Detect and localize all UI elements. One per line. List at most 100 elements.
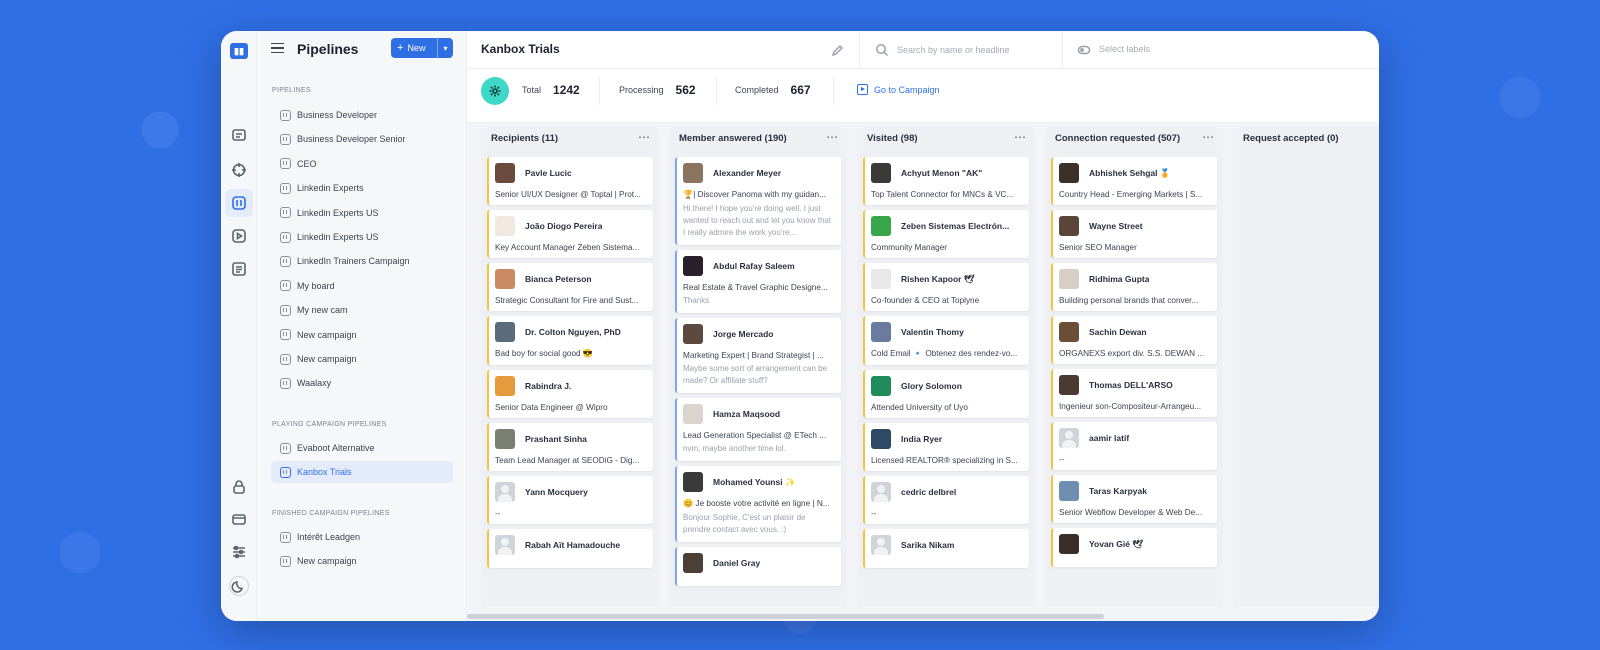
column-more-icon[interactable]: ⋯ — [1202, 130, 1215, 144]
lead-card[interactable]: Yovan Gié 🕊 — [1051, 528, 1217, 567]
pipeline-item[interactable]: Business Developer — [271, 104, 453, 126]
pipeline-label: My new cam — [297, 305, 348, 316]
pipeline-item[interactable]: Linkedin Experts US — [271, 202, 453, 224]
pipeline-icon — [280, 466, 291, 478]
edit-pencil-icon[interactable] — [831, 43, 845, 57]
lead-card[interactable]: Taras Karpyak Senior Webflow Developer & … — [1051, 475, 1217, 523]
dark-mode-icon[interactable] — [229, 576, 249, 596]
lead-card[interactable]: Zeben Sistemas Electrón... Community Mana… — [863, 210, 1029, 258]
go-to-campaign-link[interactable]: Go to Campaign — [857, 84, 940, 95]
settings-sliders-icon[interactable] — [229, 542, 249, 562]
lead-card[interactable]: Dr. Colton Nguyen, PhD Bad boy for social… — [487, 316, 653, 365]
lead-name: aamir latif — [1089, 433, 1130, 443]
lead-name: Rabah Aït Hamadouche — [525, 540, 621, 550]
card-header: Valentin Thomy — [871, 322, 1023, 342]
lead-card[interactable]: India Ryer Licensed REALTOR® specializing… — [863, 423, 1029, 471]
pipeline-item[interactable]: Waalaxy — [271, 372, 453, 394]
pipeline-icon — [280, 109, 291, 121]
column-more-icon[interactable]: ⋯ — [826, 130, 839, 144]
card-header: Zeben Sistemas Electrón... — [871, 216, 1023, 236]
lead-card[interactable]: João Diogo Pereira Key Account Manager Ze… — [487, 210, 653, 258]
lead-card[interactable]: Jorge Mercado Marketing Expert | Brand St… — [675, 318, 841, 393]
chevron-down-icon[interactable]: ▾ — [437, 38, 453, 58]
card-icon[interactable] — [229, 509, 249, 529]
lead-card[interactable]: Sarika Nikam — [863, 529, 1029, 568]
lead-card[interactable]: Sachin Dewan ORGANEXS export div. S.S. DE… — [1051, 316, 1217, 364]
card-header: Abdul Rafay Saleem — [683, 256, 835, 276]
lead-card[interactable]: Rabah Aït Hamadouche — [487, 529, 653, 568]
list-icon[interactable] — [229, 259, 249, 279]
pipelines-icon[interactable] — [225, 189, 253, 217]
kanban-column: Visited (98) ⋯ Achyut Menon "AK" Top Talent… — [857, 127, 1035, 607]
lead-card[interactable]: Glory Solomon Attended University of Uyo — [863, 370, 1029, 418]
lead-card[interactable]: Pavle Lucic Senior UI/UX Designer @ Topta… — [487, 157, 653, 205]
divider — [833, 77, 834, 105]
lead-headline: -- — [1059, 455, 1065, 464]
pipeline-label: Business Developer Senior — [297, 134, 406, 145]
lead-card[interactable]: Ridhima Gupta Building personal brands th… — [1051, 263, 1217, 311]
kanban-column: Member answered (190) ⋯ Alexander Meyer 🏆| … — [669, 127, 847, 607]
scrollbar-thumb[interactable] — [467, 614, 1104, 619]
campaign-play-icon[interactable] — [229, 226, 249, 246]
menu-icon[interactable] — [271, 43, 284, 53]
target-icon[interactable] — [229, 160, 249, 180]
lead-name: Mohamed Younsi ✨ — [713, 476, 796, 487]
avatar — [871, 269, 891, 289]
settings-gear-icon[interactable] — [481, 77, 509, 105]
pipeline-item[interactable]: Linkedin Experts US — [271, 226, 453, 248]
lead-card[interactable]: Abdul Rafay Saleem Real Estate & Travel G… — [675, 250, 841, 313]
pipeline-icon — [280, 231, 291, 243]
pipeline-item[interactable]: New campaign — [271, 324, 453, 346]
lead-card[interactable]: Rishen Kapoor 🕊 Co-founder & CEO at Toply… — [863, 263, 1029, 311]
pipeline-item[interactable]: Kanbox Trials — [271, 461, 453, 484]
pipeline-item[interactable]: Intérêt Leadgen — [271, 526, 453, 548]
pipeline-item[interactable]: Business Developer Senior — [271, 128, 453, 150]
lead-card[interactable]: Valentin Thomy Cold Email 🔹 Obtenez des r… — [863, 316, 1029, 365]
messages-icon[interactable] — [229, 126, 249, 146]
card-list: Alexander Meyer 🏆| Discover Panoma with m… — [675, 157, 841, 591]
lock-icon[interactable] — [229, 477, 249, 497]
lead-card[interactable]: Prashant Sinha Team Lead Manager at SEODi… — [487, 423, 653, 471]
lead-card[interactable]: Alexander Meyer 🏆| Discover Panoma with m… — [675, 157, 841, 245]
pipeline-label: Kanbox Trials — [297, 467, 352, 478]
lead-headline: Senior SEO Manager — [1059, 243, 1137, 252]
pipeline-item[interactable]: My board — [271, 275, 453, 297]
lead-headline: -- — [495, 509, 501, 518]
pipeline-item[interactable]: My new cam — [271, 299, 453, 321]
column-more-icon[interactable]: ⋯ — [1014, 130, 1027, 144]
lead-name: Wayne Street — [1089, 221, 1143, 231]
lead-card[interactable]: aamir latif -- — [1051, 422, 1217, 470]
search-input[interactable] — [897, 41, 1067, 59]
pipeline-item[interactable]: New campaign — [271, 348, 453, 370]
lead-card[interactable]: Wayne Street Senior SEO Manager — [1051, 210, 1217, 258]
lead-card[interactable]: cedric delbrel -- — [863, 476, 1029, 524]
lead-card[interactable]: Bianca Peterson Strategic Consultant for … — [487, 263, 653, 311]
lead-card[interactable]: Thomas DELL'ARSO Ingenieur son-Compositeu… — [1051, 369, 1217, 417]
lead-card[interactable]: Yann Mocquery -- — [487, 476, 653, 524]
lead-card[interactable]: Mohamed Younsi ✨ 😊 Je booste votre activi… — [675, 466, 841, 542]
avatar — [683, 256, 703, 276]
avatar — [495, 482, 515, 502]
horizontal-scrollbar[interactable] — [467, 611, 1379, 621]
lead-card[interactable]: Hamza Maqsood Lead Generation Specialist … — [675, 398, 841, 461]
app-logo-icon[interactable]: ▮▮ — [230, 43, 248, 59]
lead-card[interactable]: Daniel Gray — [675, 547, 841, 586]
pipeline-item[interactable]: LinkedIn Trainers Campaign — [271, 250, 453, 272]
pipeline-item[interactable]: Linkedin Experts — [271, 177, 453, 199]
card-header: Rabindra J. — [495, 376, 647, 396]
column-more-icon[interactable]: ⋯ — [638, 130, 651, 144]
pipeline-label: Linkedin Experts US — [297, 207, 379, 218]
labels-select[interactable]: Select labels — [1099, 44, 1150, 54]
lead-card[interactable]: Abhishek Sehgal 🏅 Country Head - Emerging… — [1051, 157, 1217, 205]
new-pipeline-button[interactable]: + New ▾ — [391, 38, 453, 58]
last-message: Hi there! I hope you're doing well. I ju… — [683, 204, 832, 237]
kanban-column: Connection requested (507) ⋯ Abhishek Sehg… — [1045, 127, 1223, 607]
pipeline-item[interactable]: Evaboot Alternative — [271, 437, 453, 459]
pipeline-item[interactable]: CEO — [271, 153, 453, 175]
lead-card[interactable]: Achyut Menon "AK" Top Talent Connector fo… — [863, 157, 1029, 205]
lead-card[interactable]: Rabindra J. Senior Data Engineer @ Wipro — [487, 370, 653, 418]
card-header: aamir latif — [1059, 428, 1211, 448]
stat-completed-value: 667 — [790, 83, 811, 97]
pipeline-item[interactable]: New campaign — [271, 550, 453, 572]
pipeline-label: New campaign — [297, 329, 357, 340]
